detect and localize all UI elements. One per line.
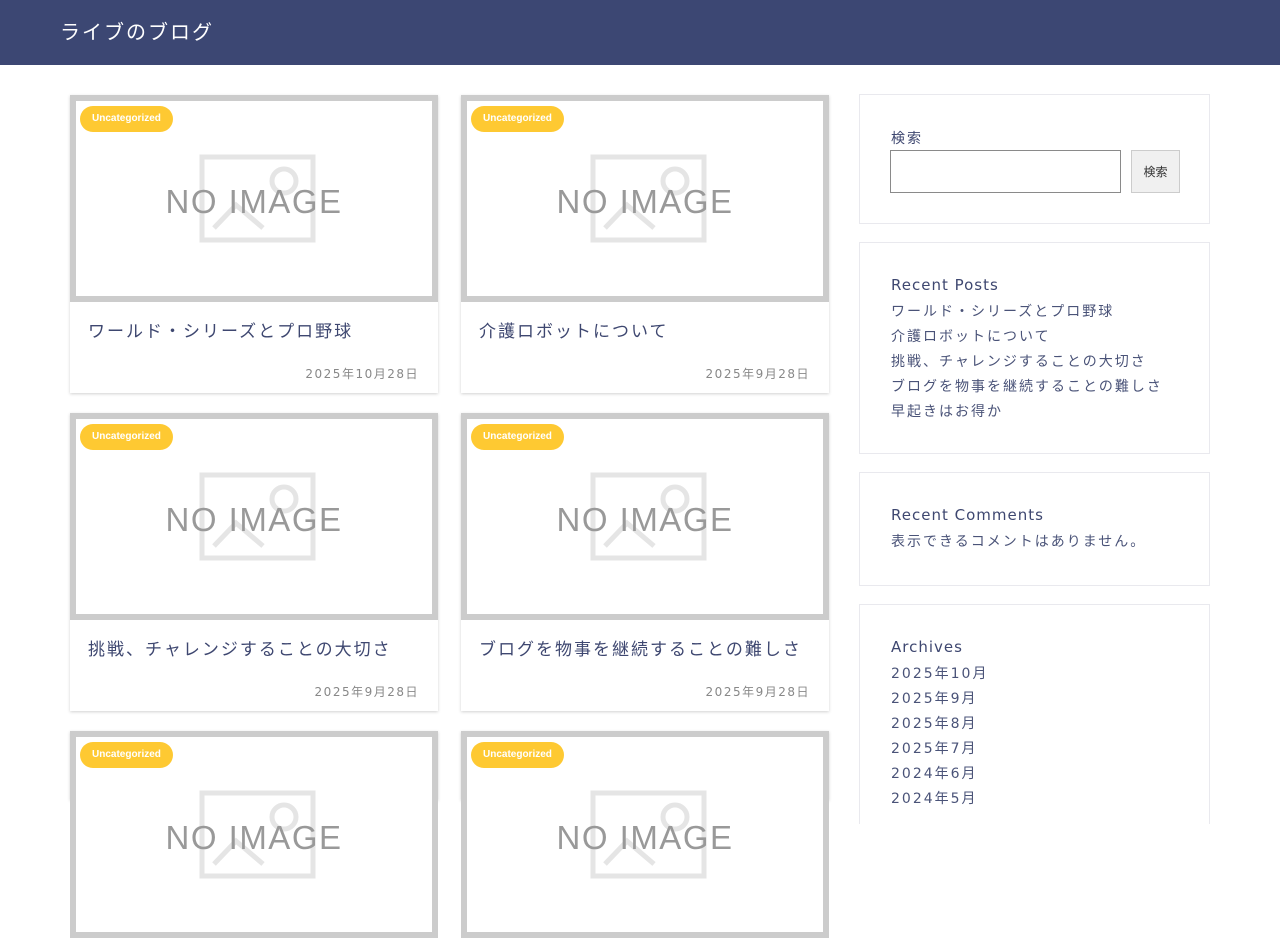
search-label: 検索 <box>891 131 923 147</box>
post-card[interactable]: NO IMAGE Uncategorized ワールド・シリーズとプロ野球 20… <box>70 95 438 393</box>
archive-link[interactable]: 2025年7月 <box>891 738 978 758</box>
site-title-link[interactable]: ライブのブログ <box>60 16 214 45</box>
recent-posts-widget: Recent Posts ワールド・シリーズとプロ野球 介護ロボットについて 挑… <box>859 242 1210 454</box>
archive-link[interactable]: 2025年8月 <box>891 713 978 733</box>
archive-link[interactable]: 2024年6月 <box>891 763 978 783</box>
recent-post-link[interactable]: 挑戦、チャレンジすることの大切さ <box>891 351 1147 371</box>
no-image-text: NO IMAGE <box>165 183 342 220</box>
post-title[interactable]: 介護ロボットについて <box>479 317 817 342</box>
post-card[interactable]: NO IMAGE Uncategorized 介護ロボットについて 2025年9… <box>461 95 829 393</box>
post-title[interactable]: ブログを物事を継続することの難しさ <box>479 635 817 660</box>
no-image-text: NO IMAGE <box>556 183 733 220</box>
no-image-text: NO IMAGE <box>556 819 733 856</box>
recent-comments-title: Recent Comments <box>891 506 1044 524</box>
no-image-text: NO IMAGE <box>556 501 733 538</box>
archive-link[interactable]: 2025年10月 <box>891 663 988 683</box>
site-header: ライブのブログ <box>0 0 1280 65</box>
no-comments-text: 表示できるコメントはありません。 <box>891 534 1147 550</box>
archives-widget: Archives 2025年10月 2025年9月 2025年8月 2025年7… <box>859 604 1210 824</box>
post-card[interactable]: NO IMAGE Uncategorized <box>461 731 829 938</box>
recent-post-link[interactable]: ブログを物事を継続することの難しさ <box>891 376 1163 396</box>
post-title[interactable]: ワールド・シリーズとプロ野球 <box>88 317 426 342</box>
post-card[interactable]: NO IMAGE Uncategorized 挑戦、チャレンジすることの大切さ … <box>70 413 438 711</box>
category-badge[interactable]: Uncategorized <box>80 106 173 132</box>
post-date: 2025年10月28日 <box>305 367 419 381</box>
search-button[interactable]: 検索 <box>1131 150 1180 193</box>
archive-link[interactable]: 2024年5月 <box>891 788 978 808</box>
recent-post-link[interactable]: ワールド・シリーズとプロ野球 <box>891 301 1114 321</box>
category-badge[interactable]: Uncategorized <box>471 424 564 450</box>
post-title[interactable]: 挑戦、チャレンジすることの大切さ <box>88 635 426 660</box>
search-input[interactable] <box>890 150 1121 193</box>
search-widget: 検索 検索 <box>859 94 1210 224</box>
post-card[interactable]: NO IMAGE Uncategorized <box>70 731 438 938</box>
recent-post-link[interactable]: 介護ロボットについて <box>891 326 1051 346</box>
category-badge[interactable]: Uncategorized <box>471 742 564 768</box>
archive-link[interactable]: 2025年9月 <box>891 688 978 708</box>
recent-comments-widget: Recent Comments 表示できるコメントはありません。 <box>859 472 1210 586</box>
recent-posts-title: Recent Posts <box>891 276 999 294</box>
no-image-text: NO IMAGE <box>165 501 342 538</box>
post-date: 2025年9月28日 <box>705 685 810 699</box>
category-badge[interactable]: Uncategorized <box>471 106 564 132</box>
no-image-text: NO IMAGE <box>165 819 342 856</box>
category-badge[interactable]: Uncategorized <box>80 424 173 450</box>
archives-title: Archives <box>891 638 963 656</box>
post-card[interactable]: NO IMAGE Uncategorized ブログを物事を継続することの難しさ… <box>461 413 829 711</box>
post-date: 2025年9月28日 <box>705 367 810 381</box>
post-date: 2025年9月28日 <box>314 685 419 699</box>
category-badge[interactable]: Uncategorized <box>80 742 173 768</box>
recent-post-link[interactable]: 早起きはお得か <box>891 401 1003 421</box>
